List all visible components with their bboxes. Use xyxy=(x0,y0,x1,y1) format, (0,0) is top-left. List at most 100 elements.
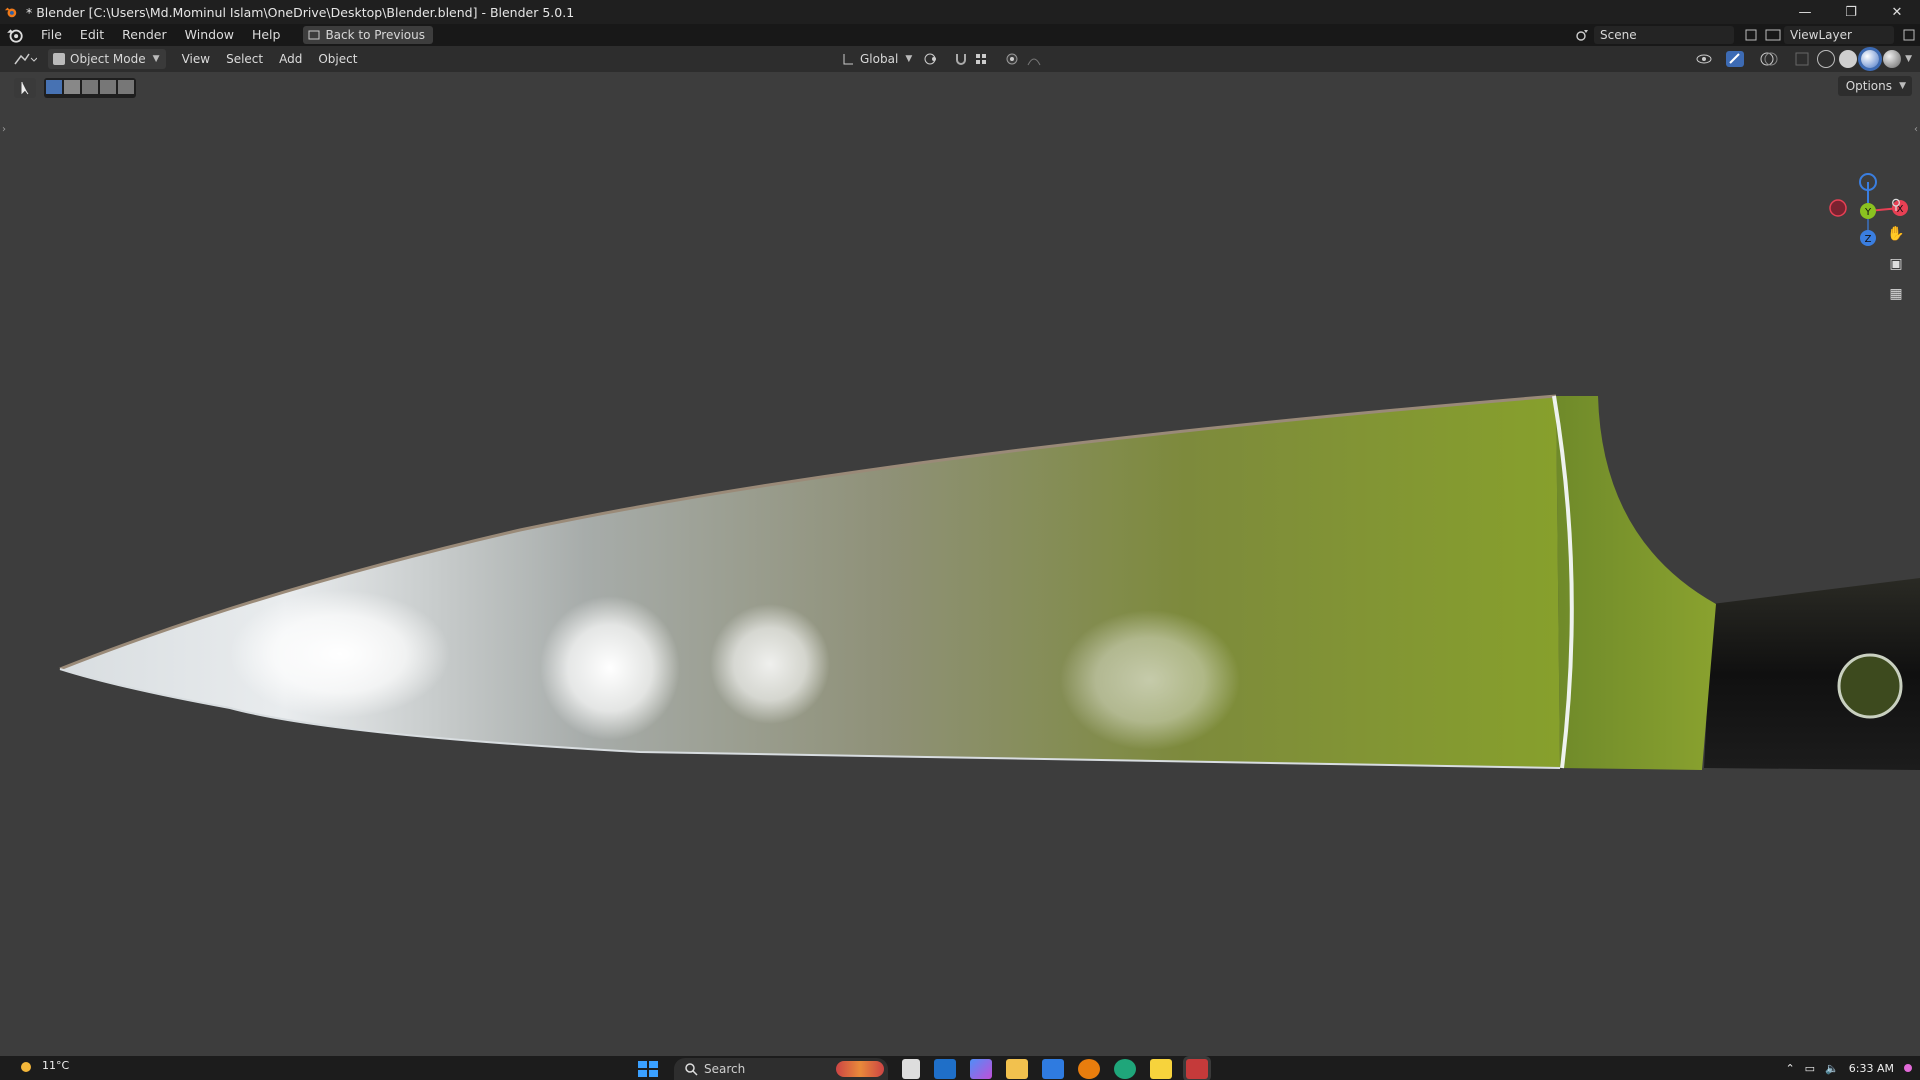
blender-taskbar-icon[interactable] xyxy=(1078,1059,1100,1079)
speaker-icon[interactable]: 🔈 xyxy=(1825,1062,1839,1075)
temperature-label: 11°C xyxy=(42,1058,70,1072)
snap-magnet-icon[interactable] xyxy=(954,51,968,67)
screen-icon xyxy=(308,30,320,40)
solid-shading-icon[interactable] xyxy=(1839,50,1858,68)
subtract-selection-icon[interactable] xyxy=(82,80,98,94)
tool-settings-row: Options ▼ xyxy=(0,72,1920,100)
vp-menu-select[interactable]: Select xyxy=(218,52,271,66)
vp-menu-add[interactable]: Add xyxy=(271,52,310,66)
chevron-down-icon: ▼ xyxy=(1899,81,1906,91)
set-new-selection-icon[interactable] xyxy=(46,80,62,94)
window-title: * Blender [C:\Users\Md.Mominul Islam\One… xyxy=(26,4,575,20)
object-mode-label: Object Mode xyxy=(70,52,146,66)
blade-highlight xyxy=(1060,610,1240,750)
perspective-grid-icon[interactable]: ▦ xyxy=(1884,282,1908,306)
scene-name: Scene xyxy=(1600,28,1637,42)
gizmo-y-label: Y xyxy=(1864,207,1872,218)
view-layer-type-icon[interactable] xyxy=(1762,26,1784,44)
vp-menu-view[interactable]: View xyxy=(174,52,218,66)
object-mode-dropdown[interactable]: Object Mode ▼ xyxy=(48,49,166,69)
windows-start-icon[interactable] xyxy=(636,1059,660,1079)
active-app-icon[interactable] xyxy=(1186,1059,1208,1079)
viewport-display-tools: ▼ xyxy=(1695,49,1912,69)
xray-toggle-icon[interactable] xyxy=(1793,50,1813,68)
visibility-eye-icon[interactable] xyxy=(1695,51,1721,67)
shading-options-chevron-icon[interactable]: ▼ xyxy=(1905,54,1912,64)
blade-highlight xyxy=(230,590,450,718)
object-mode-icon xyxy=(53,53,65,65)
sidebar-toggle-right[interactable]: ‹ xyxy=(1914,124,1918,135)
snap-increment-icon[interactable] xyxy=(974,51,998,67)
sidebar-toggle-left[interactable]: › xyxy=(2,124,6,135)
overlays-icon[interactable] xyxy=(1759,50,1789,68)
options-dropdown[interactable]: Options ▼ xyxy=(1837,76,1912,96)
weather-icon xyxy=(21,1062,31,1072)
scene-selector-area: Scene ViewLayer xyxy=(1572,24,1920,46)
notification-dot-icon[interactable] xyxy=(1904,1064,1912,1072)
menu-edit[interactable]: Edit xyxy=(71,24,113,46)
gizmo-toggle-icon[interactable] xyxy=(1725,50,1755,68)
editor-type-icon[interactable] xyxy=(8,49,42,69)
blender-menu-icon[interactable] xyxy=(6,26,24,44)
menu-render[interactable]: Render xyxy=(113,24,176,46)
transform-orientation-dropdown[interactable]: Global ▼ xyxy=(838,49,916,69)
menu-file[interactable]: File xyxy=(32,24,71,46)
select-tool-icon[interactable] xyxy=(14,78,36,98)
network-icon[interactable]: ▭ xyxy=(1805,1062,1815,1075)
blade-highlight xyxy=(540,596,680,740)
back-to-previous-label: Back to Previous xyxy=(325,28,425,42)
vp-menu-object[interactable]: Object xyxy=(310,52,365,66)
task-view-icon[interactable] xyxy=(902,1059,920,1079)
edge-icon[interactable] xyxy=(1114,1059,1136,1079)
blade-highlight xyxy=(710,604,830,724)
weather-widget[interactable]: 11°C xyxy=(18,1058,69,1072)
orientation-icon xyxy=(843,54,853,65)
new-scene-icon[interactable] xyxy=(1740,26,1762,44)
new-view-layer-icon[interactable] xyxy=(1898,26,1920,44)
material-preview-icon[interactable] xyxy=(1861,50,1880,68)
file-explorer-icon[interactable] xyxy=(1006,1059,1028,1079)
view-layer-field[interactable]: ViewLayer xyxy=(1784,26,1894,44)
transform-orientation-label: Global xyxy=(860,52,899,66)
copilot-icon[interactable] xyxy=(970,1059,992,1079)
chevron-down-icon: ▼ xyxy=(905,54,913,64)
scene-type-icon[interactable] xyxy=(1572,26,1594,44)
selection-mode-group xyxy=(44,78,136,98)
clock-time[interactable]: 6:33 AM xyxy=(1849,1062,1894,1075)
proportional-edit-icon[interactable] xyxy=(1004,51,1020,67)
menu-help[interactable]: Help xyxy=(243,24,290,46)
outlook-icon[interactable] xyxy=(934,1059,956,1079)
rendered-shading-icon[interactable] xyxy=(1883,50,1902,68)
window-controls: — ❐ ✕ xyxy=(1782,0,1920,24)
minimize-button[interactable]: — xyxy=(1782,0,1828,24)
title-bar: * Blender [C:\Users\Md.Mominul Islam\One… xyxy=(0,0,1920,24)
invert-selection-icon[interactable] xyxy=(100,80,116,94)
taskbar-search[interactable]: Search xyxy=(674,1058,888,1080)
pan-hand-icon[interactable]: ✋ xyxy=(1884,222,1908,246)
knife-bolster xyxy=(1556,396,1716,770)
sticky-notes-icon[interactable] xyxy=(1150,1059,1172,1079)
back-to-previous-button[interactable]: Back to Previous xyxy=(303,26,433,44)
system-tray: ⌃ ▭ 🔈 6:33 AM xyxy=(1785,1056,1920,1080)
zoom-icon[interactable]: ⚲ xyxy=(1884,193,1908,217)
falloff-curve-icon[interactable] xyxy=(1026,51,1052,67)
pivot-point-icon[interactable] xyxy=(922,51,948,67)
view-layer-name: ViewLayer xyxy=(1790,28,1852,42)
blender-logo-icon xyxy=(4,7,17,18)
intersect-selection-icon[interactable] xyxy=(118,80,134,94)
3d-viewport[interactable]: X Y Z ⚲ ✋ ▣ ▦ › ‹ xyxy=(0,72,1920,1056)
options-label: Options xyxy=(1845,79,1892,93)
windows-taskbar: 11°C Search ⌃ ▭ 🔈 6:33 AM xyxy=(0,1056,1920,1080)
microsoft-store-icon[interactable] xyxy=(1042,1059,1064,1079)
tray-chevron-icon[interactable]: ⌃ xyxy=(1785,1062,1794,1075)
chevron-down-icon: ▼ xyxy=(152,54,160,64)
scene-name-field[interactable]: Scene xyxy=(1594,26,1734,44)
search-icon xyxy=(685,1063,698,1076)
wireframe-shading-icon[interactable] xyxy=(1817,50,1836,68)
menu-window[interactable]: Window xyxy=(176,24,243,46)
camera-view-icon[interactable]: ▣ xyxy=(1884,252,1908,276)
restore-button[interactable]: ❐ xyxy=(1828,0,1874,24)
close-button[interactable]: ✕ xyxy=(1874,0,1920,24)
handle-rivet xyxy=(1837,653,1903,719)
extend-selection-icon[interactable] xyxy=(64,80,80,94)
